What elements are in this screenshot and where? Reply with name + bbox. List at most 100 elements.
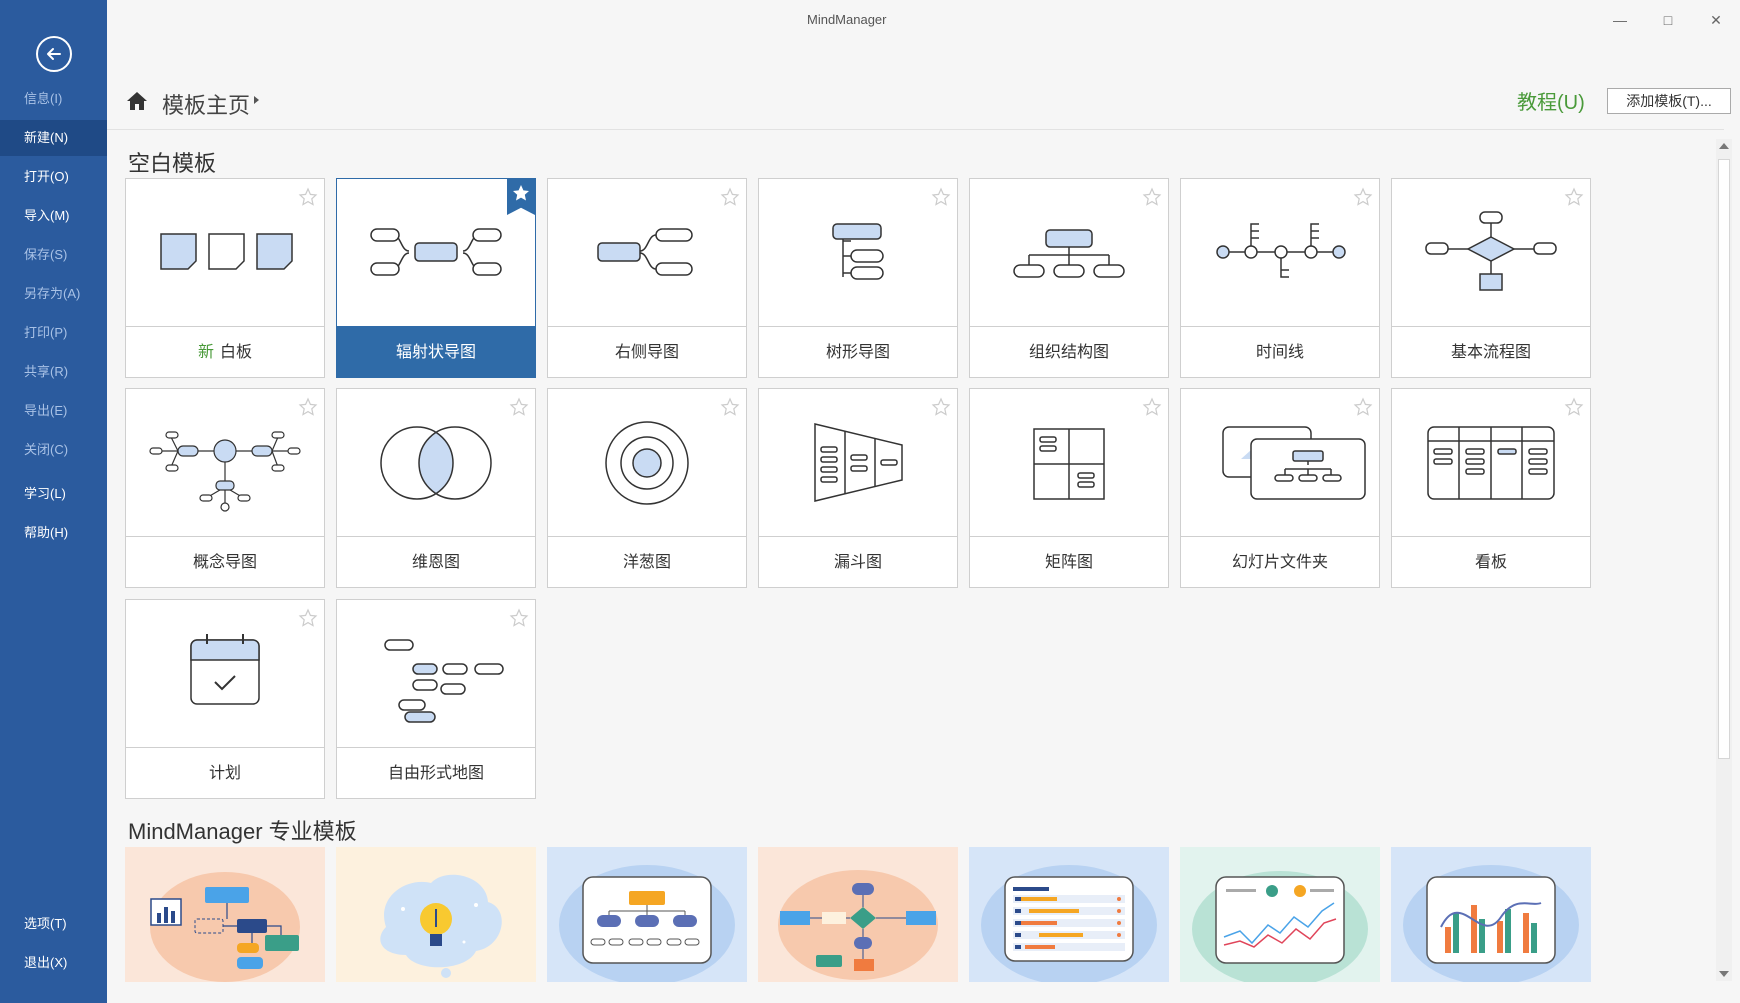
nav-new[interactable]: 新建(N) [0, 120, 107, 156]
favorite-star-icon[interactable] [720, 187, 740, 207]
tutorial-link[interactable]: 教程(U) [1517, 86, 1585, 115]
template-label: 维恩图 [337, 536, 535, 588]
right-map-icon [548, 179, 746, 326]
nav-import[interactable]: 导入(M) [0, 198, 107, 234]
favorite-star-icon[interactable] [1353, 187, 1373, 207]
favorite-star-icon[interactable] [298, 397, 318, 417]
venn-icon [337, 389, 535, 536]
freeform-map-icon [337, 600, 535, 747]
nav-open[interactable]: 打开(O) [0, 159, 107, 195]
favorite-star-icon[interactable] [1564, 397, 1584, 417]
calendar-check-icon [126, 600, 324, 747]
org-illustration [559, 865, 735, 982]
template-label: 幻灯片文件夹 [1181, 536, 1379, 588]
bar-chart-illustration [1403, 865, 1579, 982]
whiteboard-icon [126, 179, 324, 326]
template-label: 矩阵图 [970, 536, 1168, 588]
nav-info[interactable]: 信息(I) [0, 81, 107, 117]
section-title-pro: MindManager 专业模板 [128, 819, 357, 844]
nav-save-as[interactable]: 另存为(A) [0, 276, 107, 312]
favorite-star-icon[interactable] [720, 397, 740, 417]
favorite-star-icon[interactable] [1353, 397, 1373, 417]
new-tag: 新 [197, 344, 214, 361]
flow-report-illustration [150, 872, 300, 982]
template-label: 概念导图 [126, 536, 324, 588]
home-icon[interactable] [126, 91, 148, 111]
nav-save[interactable]: 保存(S) [0, 237, 107, 273]
breadcrumb[interactable]: 模板主页 [162, 88, 250, 120]
scroll-up-arrow-icon[interactable] [1719, 143, 1729, 149]
template-card-tree-map[interactable]: 树形导图 [758, 178, 958, 378]
template-label: 计划 [126, 747, 324, 799]
onion-icon [548, 389, 746, 536]
favorite-star-icon[interactable] [1142, 397, 1162, 417]
process-flow-illustration [778, 870, 938, 980]
favorite-star-icon[interactable] [298, 608, 318, 628]
nav-learn[interactable]: 学习(L) [0, 476, 107, 512]
favorite-star-icon[interactable] [1564, 187, 1584, 207]
template-card-flowchart[interactable]: 基本流程图 [1391, 178, 1591, 378]
template-card-kanban[interactable]: 看板 [1391, 388, 1591, 588]
favorite-star-icon[interactable] [931, 397, 951, 417]
concept-map-icon [126, 389, 324, 536]
pro-template-card[interactable] [758, 847, 958, 982]
template-card-whiteboard[interactable]: 新白板 [125, 178, 325, 378]
template-label: 看板 [1392, 536, 1590, 588]
gantt-illustration [981, 865, 1157, 982]
back-button[interactable] [36, 36, 72, 72]
breadcrumb-caret-icon[interactable] [254, 96, 259, 104]
lightbulb-illustration [380, 874, 502, 978]
template-label: 时间线 [1181, 326, 1379, 378]
pro-template-card[interactable] [1180, 847, 1380, 982]
template-card-slide-folder[interactable]: 幻灯片文件夹 [1180, 388, 1380, 588]
window-title: MindManager [807, 12, 887, 27]
slide-folder-icon [1181, 389, 1379, 536]
arrow-left-icon [47, 48, 61, 60]
template-label: 基本流程图 [1392, 326, 1590, 378]
nav-share[interactable]: 共享(R) [0, 354, 107, 390]
template-card-onion[interactable]: 洋葱图 [547, 388, 747, 588]
nav-options[interactable]: 选项(T) [0, 906, 107, 942]
template-card-org-chart[interactable]: 组织结构图 [969, 178, 1169, 378]
nav-close[interactable]: 关闭(C) [0, 432, 107, 468]
nav-help[interactable]: 帮助(H) [0, 515, 107, 551]
timeline-icon [1181, 179, 1379, 326]
favorite-star-icon[interactable] [1142, 187, 1162, 207]
add-template-button[interactable]: 添加模板(T)... [1607, 88, 1731, 114]
header-divider [107, 129, 1724, 130]
vertical-scrollbar[interactable] [1716, 139, 1732, 981]
favorite-star-icon[interactable] [931, 187, 951, 207]
backstage-sidebar: 信息(I) 新建(N) 打开(O) 导入(M) 保存(S) 另存为(A) 打印(… [0, 0, 107, 1003]
pro-template-card[interactable] [547, 847, 747, 982]
template-card-timeline[interactable]: 时间线 [1180, 178, 1380, 378]
template-card-matrix[interactable]: 矩阵图 [969, 388, 1169, 588]
funnel-icon [759, 389, 957, 536]
favorite-star-icon[interactable] [298, 187, 318, 207]
template-card-concept-map[interactable]: 概念导图 [125, 388, 325, 588]
scroll-down-arrow-icon[interactable] [1719, 971, 1729, 977]
close-button[interactable]: ✕ [1706, 10, 1726, 30]
pro-template-card[interactable] [969, 847, 1169, 982]
nav-export[interactable]: 导出(E) [0, 393, 107, 429]
template-card-venn[interactable]: 维恩图 [336, 388, 536, 588]
template-card-right-map[interactable]: 右侧导图 [547, 178, 747, 378]
minimize-button[interactable]: — [1610, 10, 1630, 30]
pro-template-card[interactable] [1391, 847, 1591, 982]
favorite-star-icon[interactable] [509, 608, 529, 628]
favorite-star-icon[interactable] [509, 397, 529, 417]
nav-exit[interactable]: 退出(X) [0, 945, 107, 981]
scrollbar-thumb[interactable] [1718, 159, 1730, 759]
template-card-funnel[interactable]: 漏斗图 [758, 388, 958, 588]
template-card-plan[interactable]: 计划 [125, 599, 325, 799]
template-card-freeform[interactable]: 自由形式地图 [336, 599, 536, 799]
maximize-button[interactable]: □ [1658, 10, 1678, 30]
template-card-radial-map[interactable]: 辐射状导图 [336, 178, 536, 378]
template-label: 树形导图 [759, 326, 957, 378]
template-label: 组织结构图 [970, 326, 1168, 378]
pro-template-card[interactable] [336, 847, 536, 982]
template-label: 洋葱图 [548, 536, 746, 588]
org-chart-icon [970, 179, 1168, 326]
pro-template-card[interactable] [125, 847, 325, 982]
radial-map-icon [337, 179, 535, 326]
nav-print[interactable]: 打印(P) [0, 315, 107, 351]
